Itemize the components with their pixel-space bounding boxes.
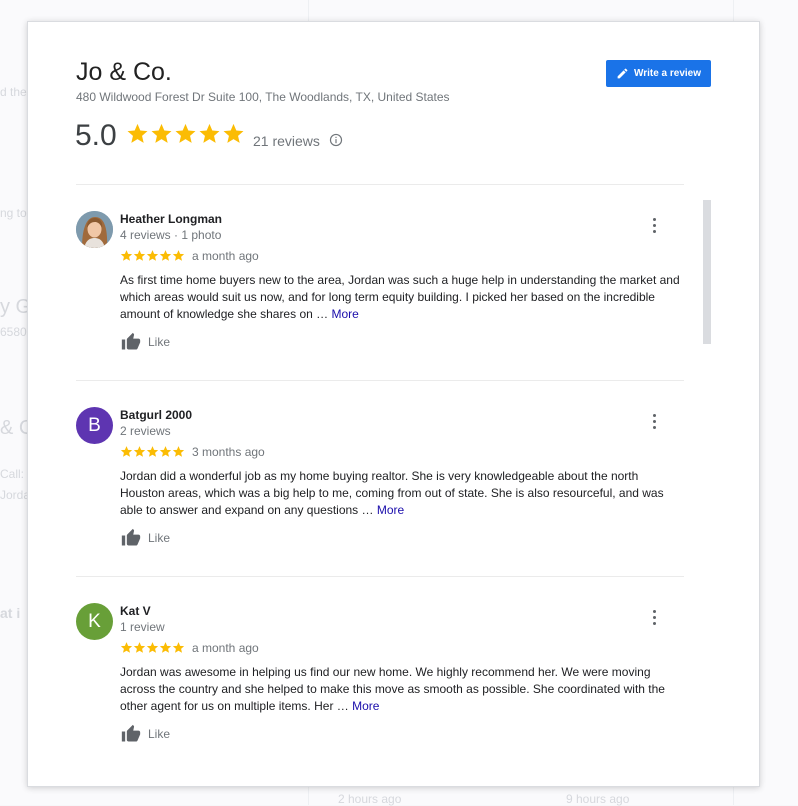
star-icon — [159, 642, 172, 653]
divider — [76, 184, 684, 185]
review-text: As first time home buyers new to the are… — [120, 272, 680, 323]
avatar[interactable]: B — [76, 407, 113, 444]
star-icon — [133, 642, 146, 653]
star-icon — [172, 250, 185, 261]
like-label: Like — [148, 531, 171, 545]
reviewer-name[interactable]: Batgurl 2000 — [120, 408, 192, 422]
star-icon — [120, 446, 133, 457]
more-vert-icon-dot — [652, 229, 656, 233]
reviewer-meta: 1 review — [120, 620, 165, 634]
star-icon — [199, 123, 220, 143]
background-text: 6580 — [0, 325, 27, 339]
divider — [76, 380, 684, 381]
background-text: d the — [0, 85, 27, 99]
avatar[interactable] — [76, 211, 113, 248]
review-stars — [120, 445, 185, 458]
reviewer-photo — [76, 211, 113, 248]
star-icon — [146, 446, 159, 457]
more-vert-icon — [652, 217, 656, 221]
like-button[interactable]: Like — [120, 724, 170, 744]
more-link[interactable]: More — [331, 307, 358, 321]
more-vert-icon-dot — [652, 419, 656, 423]
avatar[interactable]: K — [76, 603, 113, 640]
write-review-button[interactable]: Write a review — [606, 60, 711, 87]
pencil-icon — [617, 68, 628, 79]
avatar-initial: B — [88, 414, 101, 436]
star-icon — [120, 250, 133, 261]
more-options-button[interactable] — [646, 215, 662, 235]
reviews-count: 21 reviews — [253, 133, 320, 149]
more-options-button[interactable] — [646, 411, 662, 431]
star-icon — [223, 123, 244, 143]
background-text: ng to — [0, 206, 27, 220]
more-vert-icon — [652, 413, 656, 417]
reviewer-meta: 2 reviews — [120, 424, 171, 438]
review-text-body: Jordan was awesome in helping us find ou… — [120, 665, 665, 713]
more-vert-icon — [652, 609, 656, 613]
background-timestamp: 2 hours ago — [338, 792, 402, 806]
star-icon — [159, 250, 172, 261]
review-date: a month ago — [192, 641, 259, 655]
star-icon — [133, 250, 146, 261]
star-icon — [175, 123, 196, 143]
star-icon — [120, 642, 133, 653]
review-text-body: As first time home buyers new to the are… — [120, 273, 680, 321]
more-link[interactable]: More — [377, 503, 404, 517]
review-text: Jordan was awesome in helping us find ou… — [120, 664, 680, 715]
reviewer-name[interactable]: Kat V — [120, 604, 151, 618]
star-icon — [133, 446, 146, 457]
more-vert-icon-dot — [652, 223, 656, 227]
like-button[interactable]: Like — [120, 528, 170, 548]
info-icon[interactable] — [329, 133, 343, 147]
review-item: K Kat V 1 review a month ago Jordan was … — [76, 603, 696, 773]
review-item: Heather Longman 4 reviews · 1 photo a mo… — [76, 211, 696, 381]
more-options-button[interactable] — [646, 607, 662, 627]
star-icon — [172, 642, 185, 653]
star-icon — [146, 250, 159, 261]
review-text: Jordan did a wonderful job as my home bu… — [120, 468, 680, 519]
like-label: Like — [148, 335, 171, 349]
review-stars — [120, 249, 185, 262]
review-date: a month ago — [192, 249, 259, 263]
scrollbar-thumb[interactable] — [703, 200, 711, 344]
write-review-label: Write a review — [633, 68, 702, 79]
more-link[interactable]: More — [352, 699, 379, 713]
divider — [76, 576, 684, 577]
reviewer-meta: 4 reviews · 1 photo — [120, 228, 222, 242]
star-icon — [127, 123, 148, 143]
star-icon — [159, 446, 172, 457]
thumbs-up-icon — [121, 332, 141, 350]
like-button[interactable]: Like — [120, 332, 170, 352]
reviewer-name[interactable]: Heather Longman — [120, 212, 222, 226]
review-date: 3 months ago — [192, 445, 265, 459]
average-rating: 5.0 — [75, 119, 117, 152]
background-text: Jorda — [0, 488, 31, 502]
more-vert-icon-dot — [652, 425, 656, 429]
avatar-initial: K — [88, 610, 101, 632]
reviews-dialog: Jo & Co. 480 Wildwood Forest Dr Suite 10… — [27, 21, 760, 787]
star-icon — [146, 642, 159, 653]
like-label: Like — [148, 727, 171, 741]
thumbs-up-icon — [121, 528, 141, 546]
review-stars — [120, 641, 185, 654]
review-item: B Batgurl 2000 2 reviews 3 months ago Jo… — [76, 407, 696, 577]
business-name: Jo & Co. — [76, 58, 172, 86]
thumbs-up-icon — [121, 724, 141, 742]
background-text: Call: — [0, 467, 25, 481]
star-icon — [151, 123, 172, 143]
background-text: at i — [0, 605, 21, 621]
more-vert-icon-dot — [652, 615, 656, 619]
more-vert-icon-dot — [652, 621, 656, 625]
business-address: 480 Wildwood Forest Dr Suite 100, The Wo… — [76, 90, 450, 104]
background-timestamp: 9 hours ago — [566, 792, 630, 806]
average-rating-stars — [126, 122, 245, 145]
star-icon — [172, 446, 185, 457]
